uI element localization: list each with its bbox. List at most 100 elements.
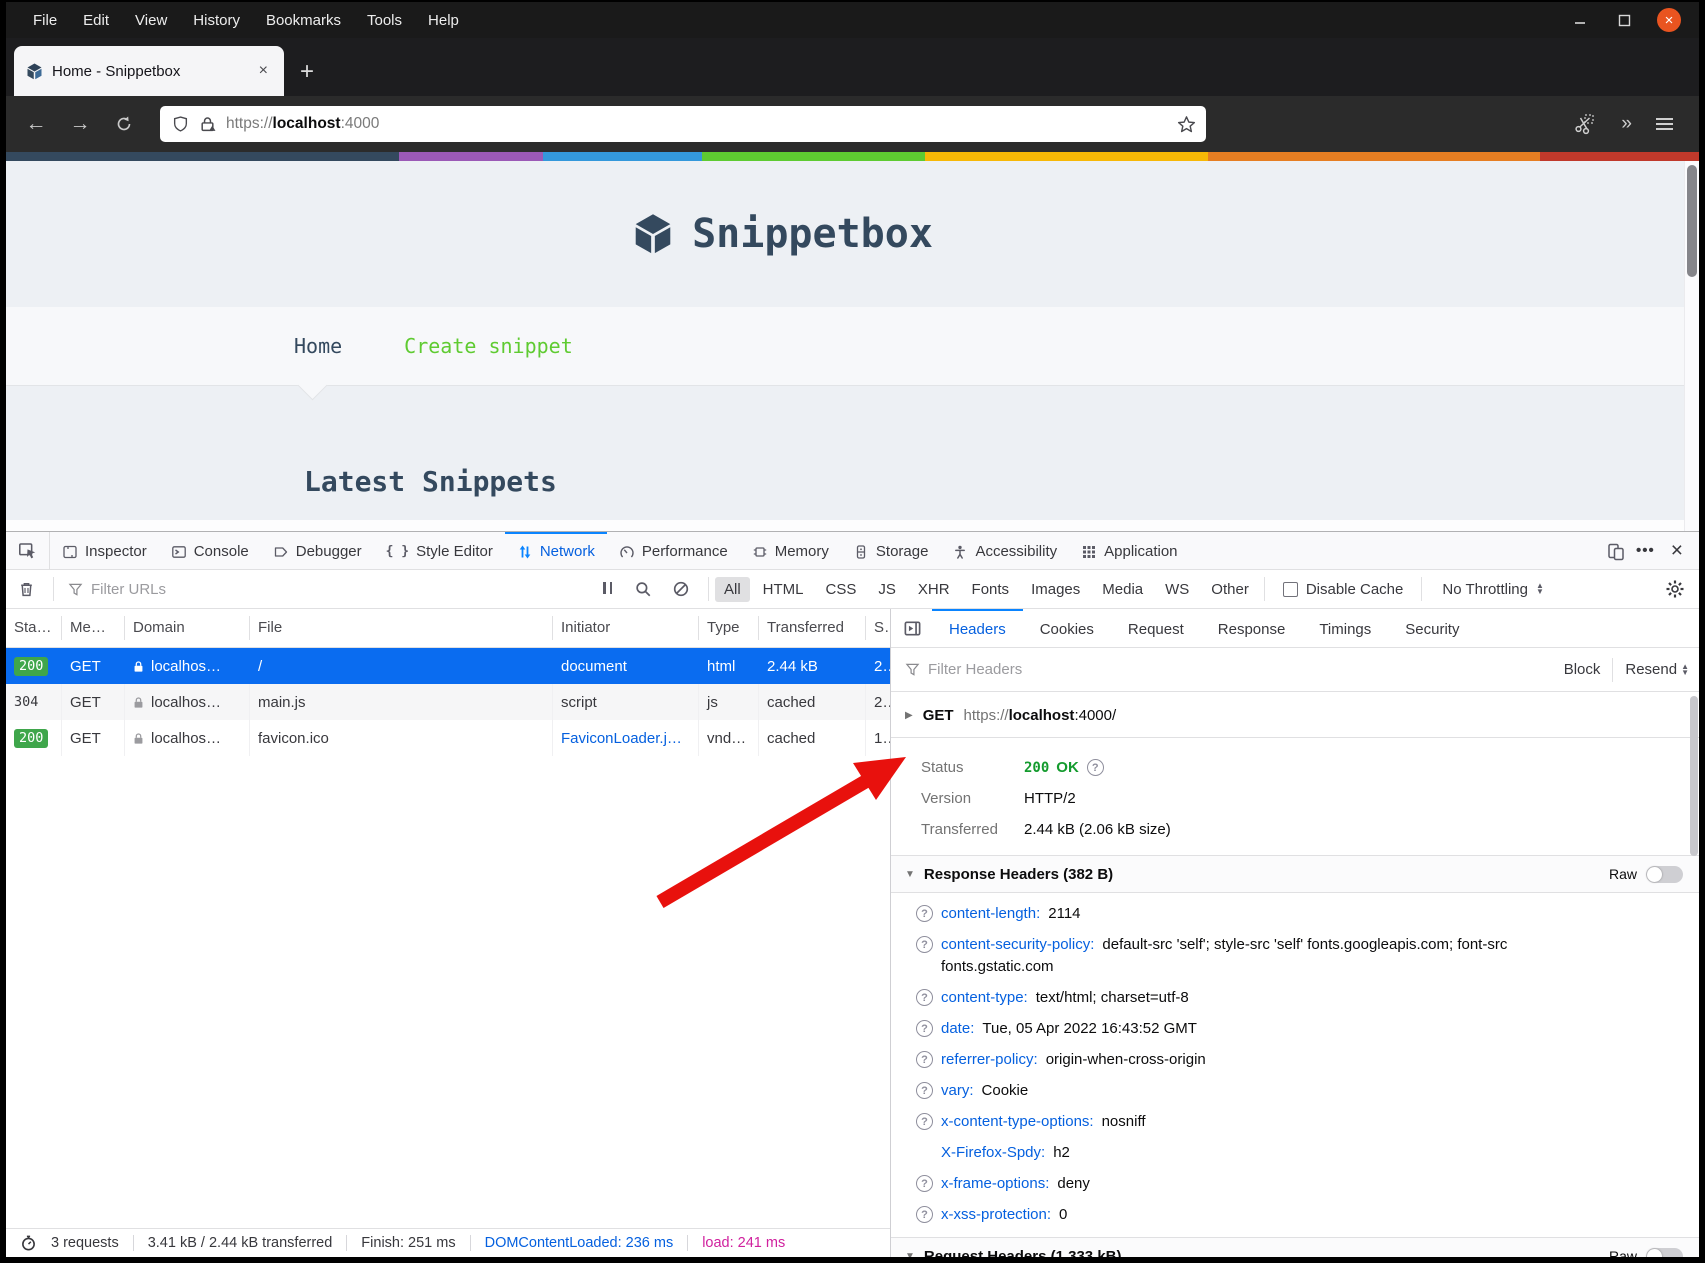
header-item[interactable]: ?content-type:text/html; charset=utf-8: [891, 987, 1699, 1018]
filter-html[interactable]: HTML: [754, 577, 813, 602]
pause-icon[interactable]: [601, 581, 614, 598]
filter-ws[interactable]: WS: [1156, 577, 1198, 602]
nav-create-snippet-link[interactable]: Create snippet: [404, 334, 573, 358]
col-status[interactable]: Sta…: [6, 616, 62, 640]
header-item[interactable]: ?x-content-type-options:nosniff: [891, 1111, 1699, 1142]
request-row-mainjs[interactable]: 304 GET localhos… main.js script js cach…: [6, 684, 890, 720]
header-item[interactable]: ?content-length:2114: [891, 903, 1699, 934]
tab-response[interactable]: Response: [1201, 609, 1303, 647]
close-window-icon[interactable]: ×: [1657, 8, 1681, 32]
header-help-icon[interactable]: ?: [916, 1175, 933, 1192]
expand-triangle-icon[interactable]: ▶: [905, 710, 913, 721]
request-summary-line[interactable]: ▶ GET https://localhost:4000/: [891, 692, 1699, 738]
response-headers-section[interactable]: ▼ Response Headers (382 B) Raw: [891, 855, 1699, 893]
request-row-document[interactable]: 200 GET localhos… / document html 2.44 k…: [6, 648, 890, 684]
tab-request[interactable]: Request: [1111, 609, 1201, 647]
panel-scrollbar-thumb[interactable]: [1690, 696, 1698, 856]
header-item[interactable]: ?vary:Cookie: [891, 1080, 1699, 1111]
tab-timings[interactable]: Timings: [1302, 609, 1388, 647]
col-file[interactable]: File: [250, 616, 553, 640]
header-item[interactable]: X-Firefox-Spdy:h2: [891, 1142, 1699, 1173]
search-icon[interactable]: [634, 580, 652, 598]
tab-storage[interactable]: Storage: [841, 532, 941, 569]
disable-cache-control[interactable]: Disable Cache: [1271, 581, 1416, 598]
filter-js[interactable]: JS: [869, 577, 905, 602]
col-domain[interactable]: Domain: [125, 616, 250, 640]
sidebar-toggle-icon[interactable]: [891, 609, 932, 647]
devtools-close-icon[interactable]: ×: [1665, 539, 1689, 563]
tab-style-editor[interactable]: { } Style Editor: [374, 532, 505, 569]
clear-requests-icon[interactable]: [6, 580, 47, 598]
raw-toggle[interactable]: [1646, 1248, 1683, 1258]
devtools-meatball-menu-icon[interactable]: •••: [1636, 542, 1655, 559]
disable-cache-checkbox[interactable]: [1283, 582, 1298, 597]
filter-images[interactable]: Images: [1022, 577, 1089, 602]
menu-help[interactable]: Help: [415, 12, 472, 29]
minimize-icon[interactable]: [1569, 9, 1591, 31]
tab-accessibility[interactable]: Accessibility: [940, 532, 1069, 569]
col-size[interactable]: S…: [866, 616, 890, 640]
raw-toggle[interactable]: [1646, 866, 1683, 883]
back-icon[interactable]: ←: [14, 112, 58, 136]
header-item[interactable]: ?content-security-policy:default-src 'se…: [891, 934, 1699, 987]
tab-memory[interactable]: Memory: [740, 532, 841, 569]
header-help-icon[interactable]: ?: [916, 936, 933, 953]
menu-file[interactable]: File: [20, 12, 70, 29]
request-headers-section[interactable]: ▼ Request Headers (1.333 kB) Raw: [891, 1237, 1699, 1257]
shield-icon[interactable]: [172, 115, 189, 133]
filter-headers-input[interactable]: [928, 661, 1188, 678]
site-logo-text[interactable]: Snippetbox: [692, 211, 933, 257]
tab-performance[interactable]: Performance: [607, 532, 740, 569]
header-help-icon[interactable]: ?: [916, 1051, 933, 1068]
header-help-icon[interactable]: ?: [916, 989, 933, 1006]
lock-warning-icon[interactable]: [199, 115, 216, 133]
app-menu-icon[interactable]: [1656, 115, 1673, 133]
filter-fonts[interactable]: Fonts: [963, 577, 1019, 602]
resend-stepper-icon[interactable]: ▲▼: [1681, 664, 1689, 676]
menu-edit[interactable]: Edit: [70, 12, 122, 29]
filter-all[interactable]: All: [715, 577, 750, 602]
tab-close-icon[interactable]: ×: [253, 60, 274, 82]
col-transferred[interactable]: Transferred: [759, 616, 866, 640]
header-help-icon[interactable]: ?: [916, 905, 933, 922]
tab-application[interactable]: Application: [1069, 532, 1189, 569]
throttling-dropdown[interactable]: No Throttling ▲▼: [1428, 581, 1558, 598]
forward-icon[interactable]: →: [58, 112, 102, 136]
page-scrollbar-thumb[interactable]: [1687, 165, 1697, 277]
col-initiator[interactable]: Initiator: [553, 616, 699, 640]
menu-view[interactable]: View: [122, 12, 180, 29]
tab-network[interactable]: Network: [505, 532, 607, 569]
maximize-icon[interactable]: [1613, 9, 1635, 31]
page-scrollbar[interactable]: [1684, 161, 1699, 531]
tab-headers[interactable]: Headers: [932, 609, 1023, 647]
menu-history[interactable]: History: [180, 12, 253, 29]
filter-css[interactable]: CSS: [817, 577, 866, 602]
browser-tab-home-snippetbox[interactable]: Home - Snippetbox ×: [14, 46, 284, 96]
filter-urls-input[interactable]: [91, 581, 421, 598]
block-icon[interactable]: [672, 580, 690, 598]
filter-xhr[interactable]: XHR: [909, 577, 959, 602]
tab-inspector[interactable]: Inspector: [50, 532, 159, 569]
url-bar[interactable]: https://localhost:4000: [160, 106, 1206, 142]
col-type[interactable]: Type: [699, 616, 759, 640]
header-item[interactable]: ?x-xss-protection:0: [891, 1204, 1699, 1235]
reload-icon[interactable]: [102, 115, 146, 133]
pick-element-icon[interactable]: [6, 532, 50, 569]
filter-media[interactable]: Media: [1093, 577, 1152, 602]
header-item[interactable]: ?x-frame-options:deny: [891, 1173, 1699, 1204]
new-tab-button[interactable]: +: [284, 58, 330, 96]
tab-security[interactable]: Security: [1388, 609, 1476, 647]
collapse-triangle-icon[interactable]: ▼: [905, 1251, 915, 1258]
status-help-icon[interactable]: ?: [1087, 759, 1104, 776]
nav-home-link[interactable]: Home: [294, 334, 342, 358]
tab-console[interactable]: Console: [159, 532, 261, 569]
tab-debugger[interactable]: Debugger: [261, 532, 374, 569]
network-settings-gear-icon[interactable]: [1651, 579, 1699, 599]
header-help-icon[interactable]: ?: [916, 1206, 933, 1223]
menu-bookmarks[interactable]: Bookmarks: [253, 12, 354, 29]
header-item[interactable]: ?referrer-policy:origin-when-cross-origi…: [891, 1049, 1699, 1080]
tab-cookies[interactable]: Cookies: [1023, 609, 1111, 647]
collapse-triangle-icon[interactable]: ▼: [905, 869, 915, 880]
resend-button[interactable]: Resend: [1615, 661, 1681, 678]
responsive-design-icon[interactable]: [1606, 541, 1626, 561]
